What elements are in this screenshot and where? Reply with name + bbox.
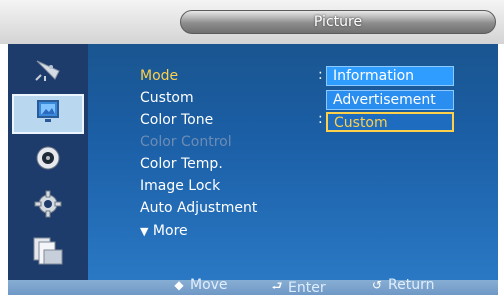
sidebar-item-sound[interactable] <box>12 140 84 180</box>
menu-item-label: Mode <box>140 68 179 84</box>
guide-enter-label: Enter <box>288 279 326 296</box>
guide-move-label: Move <box>190 277 228 293</box>
sidebar-item-input[interactable] <box>12 52 84 92</box>
menu-item-label: Auto Adjustment <box>140 200 258 216</box>
gear-icon <box>34 190 62 222</box>
multi-window-icon <box>31 236 65 272</box>
menu-title: Picture <box>313 14 363 30</box>
return-icon: ↺ <box>371 278 383 292</box>
picture-icon <box>33 98 63 130</box>
guide-return: ↺ Return <box>370 277 435 293</box>
satellite-dish-icon <box>33 57 63 87</box>
menu-item-label: Color Control <box>140 134 232 150</box>
menu-item-label: Color Tone <box>140 112 214 128</box>
menu-item-color-temp[interactable]: Color Temp. <box>140 155 223 173</box>
sidebar <box>8 44 88 280</box>
menu-item-more[interactable]: ▼ More <box>140 222 188 241</box>
down-triangle-icon: ▼ <box>140 225 149 238</box>
menu-item-auto-adjustment[interactable]: Auto Adjustment <box>140 199 257 217</box>
mode-option-custom[interactable]: Custom <box>326 112 454 132</box>
sidebar-item-picture[interactable] <box>12 94 84 134</box>
sidebar-item-setup[interactable] <box>12 186 84 226</box>
osd-menu: Picture Mode Custom Color Tone Color Con… <box>0 0 504 296</box>
menu-item-custom[interactable]: Custom <box>140 89 194 107</box>
menu-item-mode[interactable]: Mode <box>140 67 178 85</box>
menu-item-label: More <box>152 223 188 239</box>
menu-item-label: Color Temp. <box>140 156 223 172</box>
title-bar: Picture <box>0 0 504 44</box>
color-tone-colon: : <box>318 111 323 127</box>
right-edge <box>498 44 504 295</box>
up-down-arrow-icon: ◆ <box>174 278 184 292</box>
mode-option-information[interactable]: Information <box>326 66 454 86</box>
menu-item-image-lock[interactable]: Image Lock <box>140 177 220 195</box>
menu-item-label: Image Lock <box>140 178 221 194</box>
mode-option-advertisement[interactable]: Advertisement <box>326 90 454 110</box>
mode-colon: : <box>318 67 323 83</box>
guide-return-label: Return <box>388 277 435 293</box>
menu-item-color-control: Color Control <box>140 133 232 151</box>
menu-item-color-tone[interactable]: Color Tone <box>140 111 213 129</box>
sidebar-item-multi[interactable] <box>12 234 84 274</box>
menu-item-label: Custom <box>140 90 194 106</box>
sound-icon <box>35 145 61 175</box>
guide-move: ◆ Move <box>172 277 228 293</box>
